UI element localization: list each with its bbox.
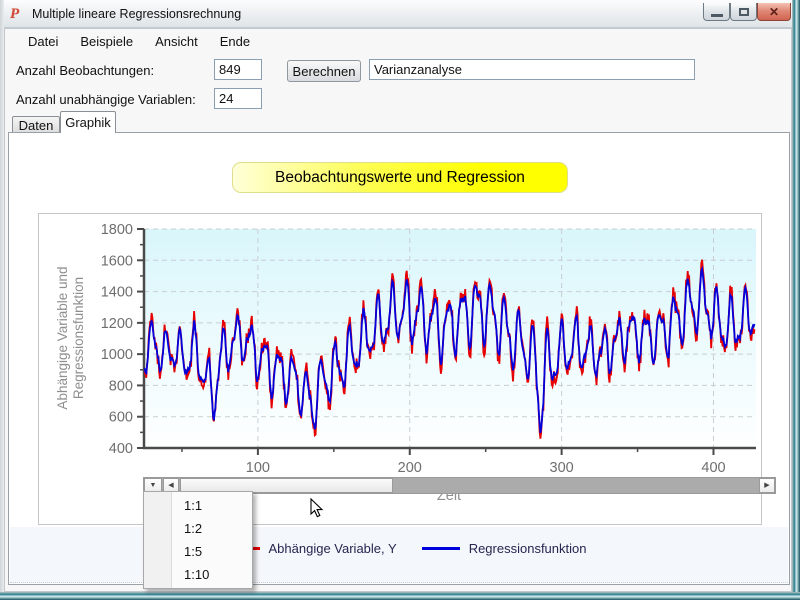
tab-daten[interactable]: Daten xyxy=(12,116,60,133)
observations-label: Anzahl Beobachtungen: xyxy=(16,63,154,78)
menu-item-ansicht[interactable]: Ansicht xyxy=(144,31,209,52)
svg-text:1400: 1400 xyxy=(101,285,133,301)
menu-item-ende[interactable]: Ende xyxy=(209,31,261,52)
maximize-icon xyxy=(739,8,749,16)
menu-item-1-5[interactable]: 1:5 xyxy=(144,540,252,563)
window-frame-bottom xyxy=(0,592,800,600)
svg-text:1600: 1600 xyxy=(101,253,133,269)
svg-text:400: 400 xyxy=(701,460,725,476)
analysis-input[interactable] xyxy=(369,59,695,80)
svg-text:600: 600 xyxy=(109,410,133,426)
legend-label-regression: Regressionsfunktion xyxy=(469,541,587,556)
close-icon: ✕ xyxy=(769,6,779,18)
menu-item-1-2[interactable]: 1:2 xyxy=(144,517,252,540)
mouse-cursor xyxy=(310,498,324,523)
window-frame-right xyxy=(792,0,800,600)
chart-title-banner: Beobachtungswerte und Regression xyxy=(232,162,568,193)
variables-label: Anzahl unabhängige Variablen: xyxy=(16,92,196,107)
svg-text:800: 800 xyxy=(109,378,133,394)
svg-text:1800: 1800 xyxy=(101,222,133,238)
scale-popup-menu: 1:1 1:2 1:5 1:10 xyxy=(143,491,253,589)
variables-input[interactable] xyxy=(214,88,262,109)
menu-item-datei[interactable]: Datei xyxy=(17,31,69,52)
window-title: Multiple lineare Regressionsrechnung xyxy=(32,7,241,21)
observations-input[interactable] xyxy=(214,59,262,80)
scroll-right-button[interactable]: ▶ xyxy=(759,478,775,493)
svg-text:200: 200 xyxy=(398,460,422,476)
minimize-icon xyxy=(711,14,723,17)
minimize-button[interactable] xyxy=(703,3,730,21)
menu-item-beispiele[interactable]: Beispiele xyxy=(69,31,144,52)
maximize-button[interactable] xyxy=(730,3,757,21)
app-logo-icon: P xyxy=(10,6,26,22)
svg-text:Regressionsfunktion: Regressionsfunktion xyxy=(71,277,86,399)
legend-swatch-regression xyxy=(422,547,460,550)
svg-text:100: 100 xyxy=(246,460,270,476)
legend-label-observations: Abhängige Variable, Y xyxy=(269,541,397,556)
svg-text:400: 400 xyxy=(109,441,133,457)
svg-text:300: 300 xyxy=(550,460,574,476)
arrow-right-icon: ▶ xyxy=(764,482,769,489)
app-window: P Multiple lineare Regressionsrechnung ✕… xyxy=(0,0,800,600)
svg-text:1200: 1200 xyxy=(101,316,133,332)
tab-graphik[interactable]: Graphik xyxy=(60,111,116,133)
menu-item-1-1[interactable]: 1:1 xyxy=(144,494,252,517)
svg-text:Abhängige Variable und: Abhängige Variable und xyxy=(55,266,70,409)
calculate-button[interactable]: Berechnen xyxy=(287,60,361,82)
menu-bar: Datei Beispiele Ansicht Ende xyxy=(5,29,791,53)
menu-item-1-10[interactable]: 1:10 xyxy=(144,563,252,586)
chevron-down-icon: ▼ xyxy=(150,482,157,489)
close-button[interactable]: ✕ xyxy=(757,3,791,21)
arrow-left-icon: ◀ xyxy=(168,482,173,489)
svg-text:1000: 1000 xyxy=(101,347,133,363)
